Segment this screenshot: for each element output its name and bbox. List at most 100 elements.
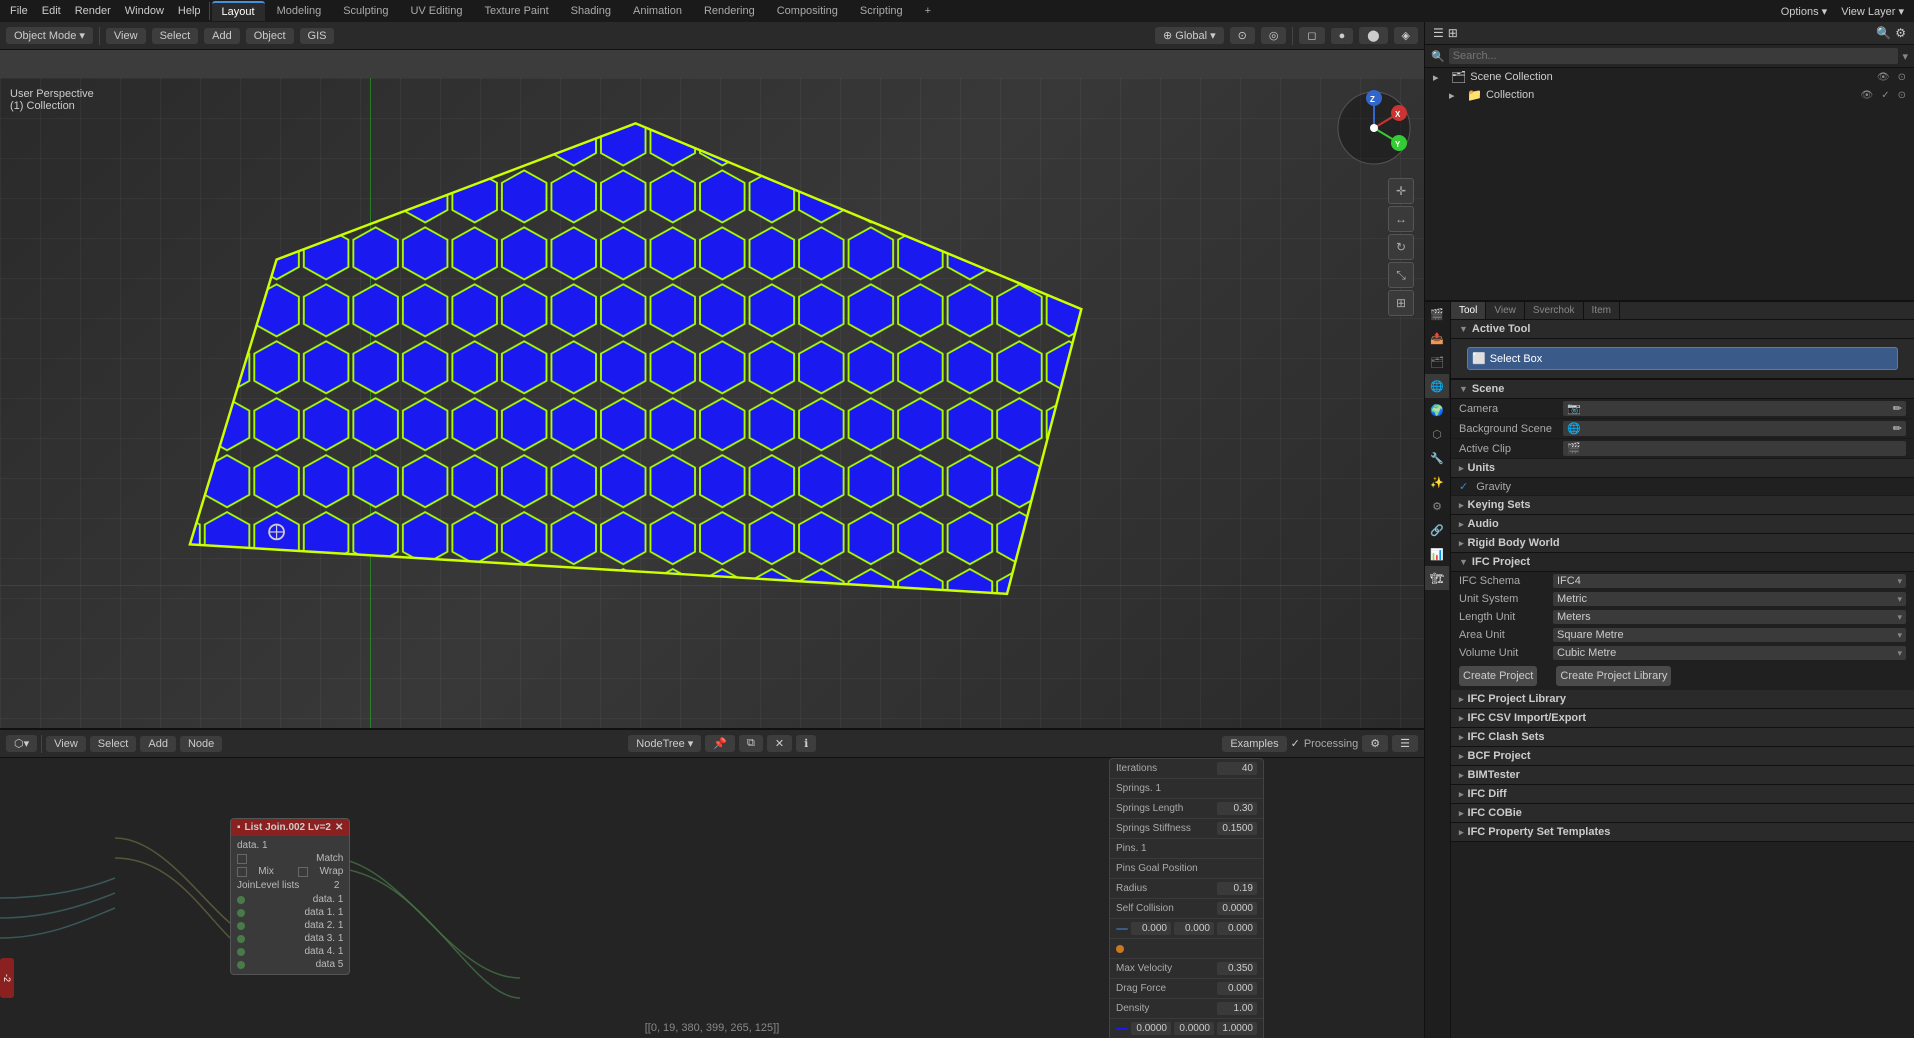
tab-sculpting[interactable]: Sculpting xyxy=(333,2,398,20)
bg-scene-value[interactable]: 🌐 ✏ xyxy=(1563,421,1906,436)
color-blue[interactable] xyxy=(1116,1028,1128,1030)
create-project-library-btn[interactable]: Create Project Library xyxy=(1556,666,1671,686)
drag-force-val[interactable]: 0.000 xyxy=(1217,982,1257,995)
tab-item[interactable]: Item xyxy=(1584,302,1620,319)
global-dropdown[interactable]: ⊕ Global ▾ xyxy=(1155,27,1224,44)
density-val[interactable]: 1.00 xyxy=(1217,1002,1257,1015)
collection-check[interactable]: ✓ xyxy=(1881,90,1889,101)
ifc-cobie-header[interactable]: ▸ IFC COBie xyxy=(1451,804,1914,823)
rendered-btn[interactable]: ◈ xyxy=(1394,27,1418,44)
select-btn[interactable]: Select xyxy=(152,28,199,44)
iterations-val[interactable]: 40 xyxy=(1217,762,1257,775)
keying-sets-header[interactable]: ▸ Keying Sets xyxy=(1451,496,1914,515)
ifc-csv-header[interactable]: ▸ IFC CSV Import/Export xyxy=(1451,709,1914,728)
ifc-clash-header[interactable]: ▸ IFC Clash Sets xyxy=(1451,728,1914,747)
move-tool[interactable]: ↔ xyxy=(1388,206,1414,232)
props-tab-data[interactable]: 📊 xyxy=(1425,542,1449,566)
node-copy-btn[interactable]: ⧉ xyxy=(739,735,763,752)
node-collapse[interactable]: ✕ xyxy=(335,822,343,833)
tab-scripting[interactable]: Scripting xyxy=(850,2,913,20)
scene-collection-vis[interactable]: 👁 xyxy=(1877,72,1890,83)
node-match[interactable]: Match xyxy=(237,852,343,865)
tab-view[interactable]: View xyxy=(1486,302,1525,319)
bcf-project-header[interactable]: ▸ BCF Project xyxy=(1451,747,1914,766)
springs-length-val[interactable]: 0.30 xyxy=(1217,802,1257,815)
node-info-btn[interactable]: ℹ xyxy=(796,735,816,752)
units-section-header[interactable]: ▸ Units xyxy=(1451,459,1914,478)
node-close-btn[interactable]: ✕ xyxy=(767,735,792,752)
self-collision-val[interactable]: 0.0000 xyxy=(1217,902,1257,915)
ifc-project-library-header[interactable]: ▸ IFC Project Library xyxy=(1451,690,1914,709)
tab-plus[interactable]: + xyxy=(915,2,941,20)
outliner-filter-icon2[interactable]: ⚙ xyxy=(1895,26,1906,40)
tab-modeling[interactable]: Modeling xyxy=(267,2,332,20)
active-clip-value[interactable]: 🎬 xyxy=(1563,441,1906,456)
select-box-btn[interactable]: ⬜ Select Box xyxy=(1467,347,1898,370)
props-tab-physics[interactable]: ⚙ xyxy=(1425,494,1449,518)
match-checkbox[interactable] xyxy=(237,854,247,864)
scene-section-header[interactable]: ▼ Scene xyxy=(1451,380,1914,399)
tab-sverchok[interactable]: Sverchok xyxy=(1525,302,1584,319)
small-red-node[interactable]: -2 xyxy=(0,958,14,998)
cursor-tool[interactable]: ✛ xyxy=(1388,178,1414,204)
ifc-project-header[interactable]: ▼ IFC Project xyxy=(1451,553,1914,572)
material-btn[interactable]: ⬤ xyxy=(1359,27,1387,44)
node-list-join[interactable]: ▪ List Join.002 Lv=2 ✕ data. 1 Match xyxy=(230,818,350,975)
tab-rendering[interactable]: Rendering xyxy=(694,2,765,20)
join-level-val[interactable]: 2 xyxy=(330,879,344,892)
object-btn[interactable]: Object xyxy=(246,28,294,44)
length-unit-value[interactable]: Meters ▾ xyxy=(1553,610,1906,624)
outliner-filter-icon[interactable]: 🔍 xyxy=(1876,26,1891,40)
viewport-area[interactable]: User Perspective (1) Collection X Y xyxy=(0,50,1424,728)
node-layout-btn[interactable]: ☰ xyxy=(1392,735,1418,752)
outliner-scene-collection[interactable]: ▸ 🗂 Scene Collection 👁 ⊙ xyxy=(1425,68,1914,86)
props-tab-view[interactable]: 🗂 xyxy=(1425,350,1449,374)
view-btn[interactable]: View xyxy=(106,28,146,44)
radius-val[interactable]: 0.19 xyxy=(1217,882,1257,895)
node-tree-dropdown[interactable]: NodeTree ▾ xyxy=(628,735,701,752)
menu-window[interactable]: Window xyxy=(119,3,170,19)
props-tab-scene[interactable]: 🌐 xyxy=(1425,374,1449,398)
mode-dropdown[interactable]: Object Mode ▾ xyxy=(6,27,93,44)
tab-texture-paint[interactable]: Texture Paint xyxy=(474,2,558,20)
node-canvas[interactable]: ▪ List Join.002 Lv=2 ✕ data. 1 Match xyxy=(0,758,1424,1038)
scale-tool[interactable]: ⤡ xyxy=(1388,262,1414,288)
vec3-blue1[interactable] xyxy=(1116,928,1128,930)
collection-hide2[interactable]: ⊙ xyxy=(1898,90,1906,101)
examples-btn[interactable]: Examples xyxy=(1222,736,1286,752)
camera-value[interactable]: 📷 ✏ xyxy=(1563,401,1906,416)
active-tool-header[interactable]: ▼ Active Tool xyxy=(1451,320,1914,339)
rigid-body-header[interactable]: ▸ Rigid Body World xyxy=(1451,534,1914,553)
menu-render[interactable]: Render xyxy=(69,3,117,19)
tab-animation[interactable]: Animation xyxy=(623,2,692,20)
bg-scene-edit[interactable]: ✏ xyxy=(1893,422,1902,435)
rotate-tool[interactable]: ↻ xyxy=(1388,234,1414,260)
nav-gizmo[interactable]: X Y Z xyxy=(1334,88,1414,168)
gravity-checkbox[interactable]: ✓ xyxy=(1459,480,1468,493)
props-tab-constraints[interactable]: 🔗 xyxy=(1425,518,1449,542)
ifc-schema-value[interactable]: IFC4 ▾ xyxy=(1553,574,1906,588)
tab-tool[interactable]: Tool xyxy=(1451,302,1486,319)
node-add-btn[interactable]: Add xyxy=(140,736,176,752)
node-type-dropdown[interactable]: ⬡▾ xyxy=(6,735,37,752)
vec3-v2[interactable]: 0.000 xyxy=(1174,922,1214,935)
props-tab-world[interactable]: 🌍 xyxy=(1425,398,1449,422)
scene-collection-hide[interactable]: ⊙ xyxy=(1898,72,1906,83)
node-pin-btn[interactable]: 📌 xyxy=(705,735,735,752)
props-tab-output[interactable]: 📤 xyxy=(1425,326,1449,350)
camera-edit[interactable]: ✏ xyxy=(1893,402,1902,415)
outliner-icon1[interactable]: ☰ xyxy=(1433,26,1444,40)
props-tab-particles[interactable]: ✨ xyxy=(1425,470,1449,494)
processing-checkbox[interactable]: ✓ xyxy=(1291,737,1300,750)
color-v2[interactable]: 0.0000 xyxy=(1174,1022,1214,1035)
options-btn[interactable]: Options ▾ xyxy=(1775,3,1834,20)
add-btn[interactable]: Add xyxy=(204,28,240,44)
bim-tester-header[interactable]: ▸ BIMTester xyxy=(1451,766,1914,785)
audio-header[interactable]: ▸ Audio xyxy=(1451,515,1914,534)
menu-edit[interactable]: Edit xyxy=(36,3,67,19)
wrap-checkbox[interactable] xyxy=(298,867,308,877)
tab-compositing[interactable]: Compositing xyxy=(767,2,848,20)
props-tab-ifc[interactable]: 🏗 xyxy=(1425,566,1449,590)
node-view-btn[interactable]: View xyxy=(46,736,86,752)
outliner-search[interactable] xyxy=(1449,48,1899,64)
